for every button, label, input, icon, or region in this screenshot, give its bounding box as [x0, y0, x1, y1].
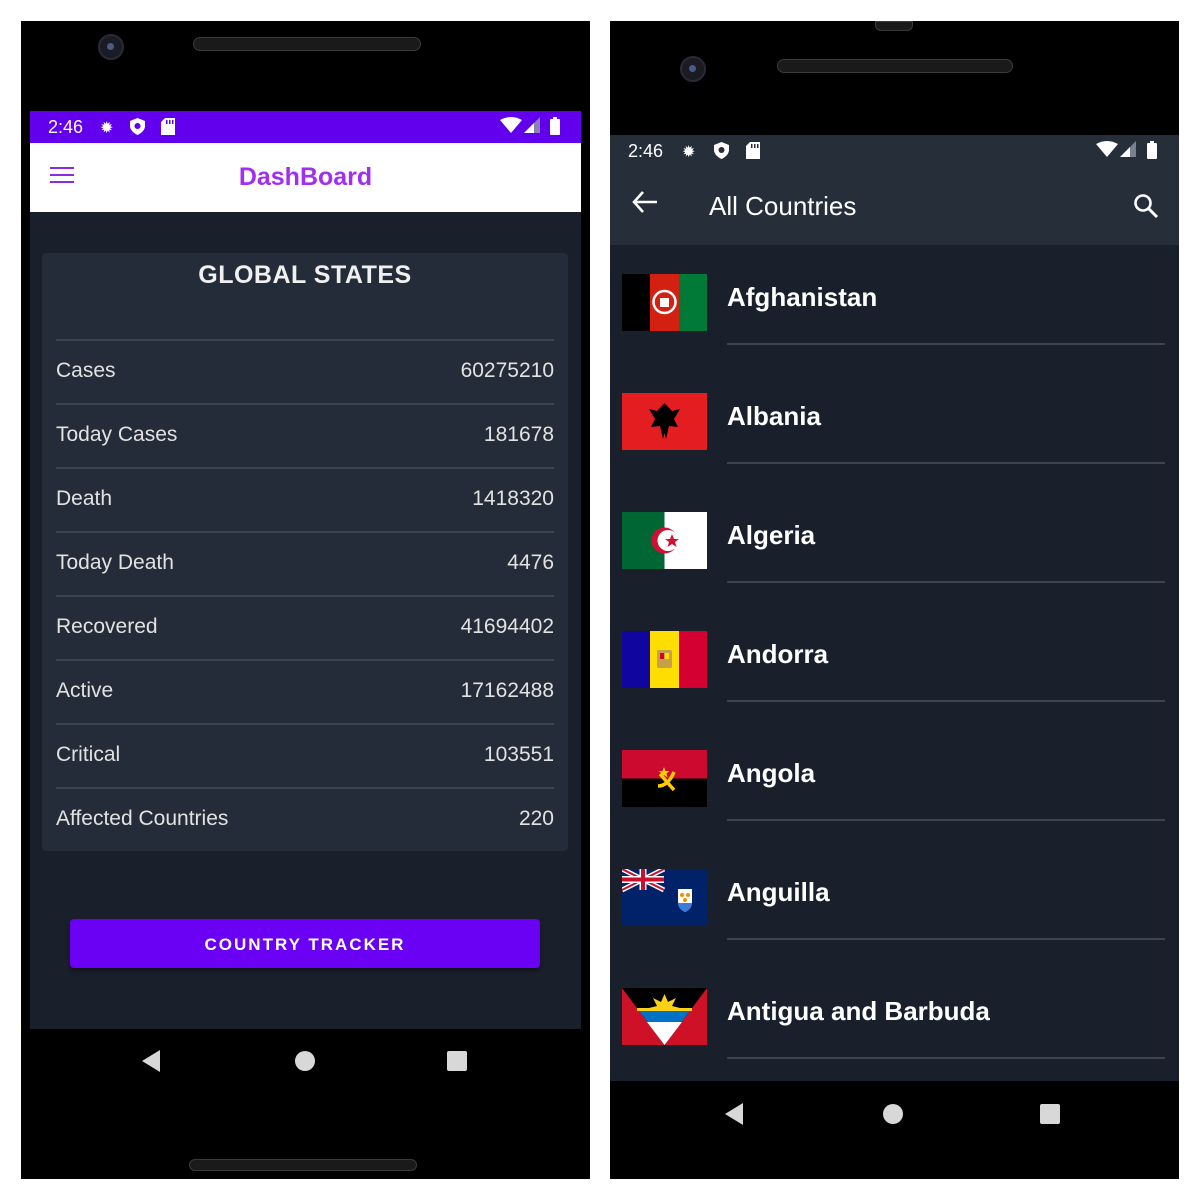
- shield-icon: [714, 142, 729, 164]
- list-item[interactable]: Afghanistan: [610, 247, 1179, 366]
- stat-value: 60275210: [460, 359, 554, 382]
- list-item[interactable]: Anguilla: [610, 842, 1179, 961]
- stat-label: Today Cases: [56, 423, 178, 446]
- divider: [727, 819, 1165, 821]
- battery-icon: [550, 117, 560, 140]
- list-item[interactable]: Albania: [610, 366, 1179, 485]
- albania-flag-icon: [622, 393, 707, 450]
- nav-home-icon[interactable]: [883, 1104, 903, 1124]
- country-name: Albania: [727, 401, 821, 431]
- nav-recents-icon[interactable]: [447, 1051, 467, 1071]
- algeria-flag-icon: [622, 512, 707, 569]
- dashboard-phone: 2:46 ✹ DashBoard GLOBAL STATES Cases 602…: [21, 21, 590, 1179]
- stat-row-today-death: Today Death 4476: [56, 531, 554, 597]
- countries-phone: 2:46 ✹ All Countries Afghanistan Albania…: [610, 21, 1179, 1179]
- gear-icon: ✹: [100, 120, 114, 137]
- battery-icon: [1147, 141, 1157, 164]
- sd-card-icon: [161, 118, 175, 140]
- country-name: Afghanistan: [727, 282, 878, 312]
- stat-label: Today Death: [56, 551, 174, 574]
- signal-icon: [524, 117, 540, 138]
- stat-label: Critical: [56, 743, 121, 766]
- divider: [727, 1057, 1165, 1059]
- stat-row-affected-countries: Affected Countries 220: [56, 787, 554, 853]
- status-time: 2:46: [628, 141, 664, 161]
- wifi-icon: [1096, 141, 1118, 162]
- divider: [727, 462, 1165, 464]
- stat-value: 1418320: [472, 487, 554, 510]
- list-item[interactable]: Angola: [610, 723, 1179, 842]
- stat-row-critical: Critical 103551: [56, 723, 554, 789]
- earpiece-speaker: [193, 37, 421, 51]
- country-name: Algeria: [727, 520, 816, 550]
- arrow-back-icon[interactable]: [632, 189, 658, 219]
- divider: [727, 938, 1165, 940]
- country-name: Angola: [727, 758, 816, 788]
- divider: [727, 581, 1165, 583]
- stat-value: 103551: [483, 743, 554, 766]
- stat-row-active: Active 17162488: [56, 659, 554, 725]
- system-nav-bar: [610, 1083, 1179, 1147]
- stat-label: Recovered: [56, 615, 158, 638]
- stat-label: Active: [56, 679, 114, 702]
- stat-row-death: Death 1418320: [56, 467, 554, 533]
- stat-value: 17162488: [460, 679, 554, 702]
- card-title: GLOBAL STATES: [198, 261, 412, 289]
- stat-value: 220: [518, 807, 554, 830]
- status-bar: 2:46 ✹: [610, 135, 1179, 167]
- front-camera: [680, 56, 706, 82]
- country-tracker-button[interactable]: COUNTRY TRACKER: [70, 919, 540, 968]
- nav-back-icon[interactable]: [725, 1103, 743, 1125]
- page-title: DashBoard: [238, 163, 373, 191]
- page-title: All Countries: [709, 191, 857, 221]
- antigua-and-barbuda-flag-icon: [622, 988, 707, 1045]
- nav-home-icon[interactable]: [295, 1051, 315, 1071]
- stat-label: Affected Countries: [56, 807, 229, 830]
- country-name: Andorra: [727, 639, 829, 669]
- nav-back-icon[interactable]: [142, 1050, 160, 1072]
- afghanistan-flag-icon: [622, 274, 707, 331]
- stat-value: 181678: [483, 423, 554, 446]
- bottom-speaker: [189, 1159, 417, 1171]
- status-time: 2:46: [48, 117, 84, 137]
- top-sensor: [875, 21, 913, 31]
- status-bar: 2:46 ✹: [30, 111, 581, 143]
- country-name: Anguilla: [727, 877, 830, 907]
- stat-value: 4476: [507, 551, 554, 574]
- list-item[interactable]: Algeria: [610, 485, 1179, 604]
- stat-row-today-cases: Today Cases 181678: [56, 403, 554, 469]
- stat-row-recovered: Recovered 41694402: [56, 595, 554, 661]
- earpiece-speaker: [777, 59, 1013, 73]
- wifi-icon: [500, 117, 522, 138]
- sd-card-icon: [746, 142, 760, 164]
- stat-label: Death: [56, 487, 113, 510]
- list-item[interactable]: Andorra: [610, 604, 1179, 723]
- front-camera: [98, 34, 124, 60]
- app-bar: All Countries: [610, 167, 1179, 245]
- gear-icon: ✹: [682, 144, 696, 161]
- anguilla-flag-icon: [622, 869, 707, 926]
- nav-recents-icon[interactable]: [1040, 1104, 1060, 1124]
- dashboard-screen: 2:46 ✹ DashBoard GLOBAL STATES Cases 602…: [30, 111, 581, 1029]
- app-bar: DashBoard: [30, 143, 581, 212]
- system-nav-bar: [21, 1029, 590, 1093]
- global-stats-card: GLOBAL STATES Cases 60275210 Today Cases…: [42, 253, 568, 851]
- list-item[interactable]: Antigua and Barbuda: [610, 961, 1179, 1080]
- divider: [727, 700, 1165, 702]
- signal-icon: [1120, 141, 1136, 162]
- stat-label: Cases: [56, 359, 116, 382]
- divider: [727, 343, 1165, 345]
- stat-value: 41694402: [460, 615, 554, 638]
- shield-icon: [130, 118, 145, 140]
- countries-screen: 2:46 ✹ All Countries Afghanistan Albania…: [610, 135, 1179, 1081]
- andorra-flag-icon: [622, 631, 707, 688]
- angola-flag-icon: [622, 750, 707, 807]
- search-icon[interactable]: [1133, 193, 1159, 219]
- country-name: Antigua and Barbuda: [727, 996, 990, 1026]
- stat-row-cases: Cases 60275210: [56, 339, 554, 405]
